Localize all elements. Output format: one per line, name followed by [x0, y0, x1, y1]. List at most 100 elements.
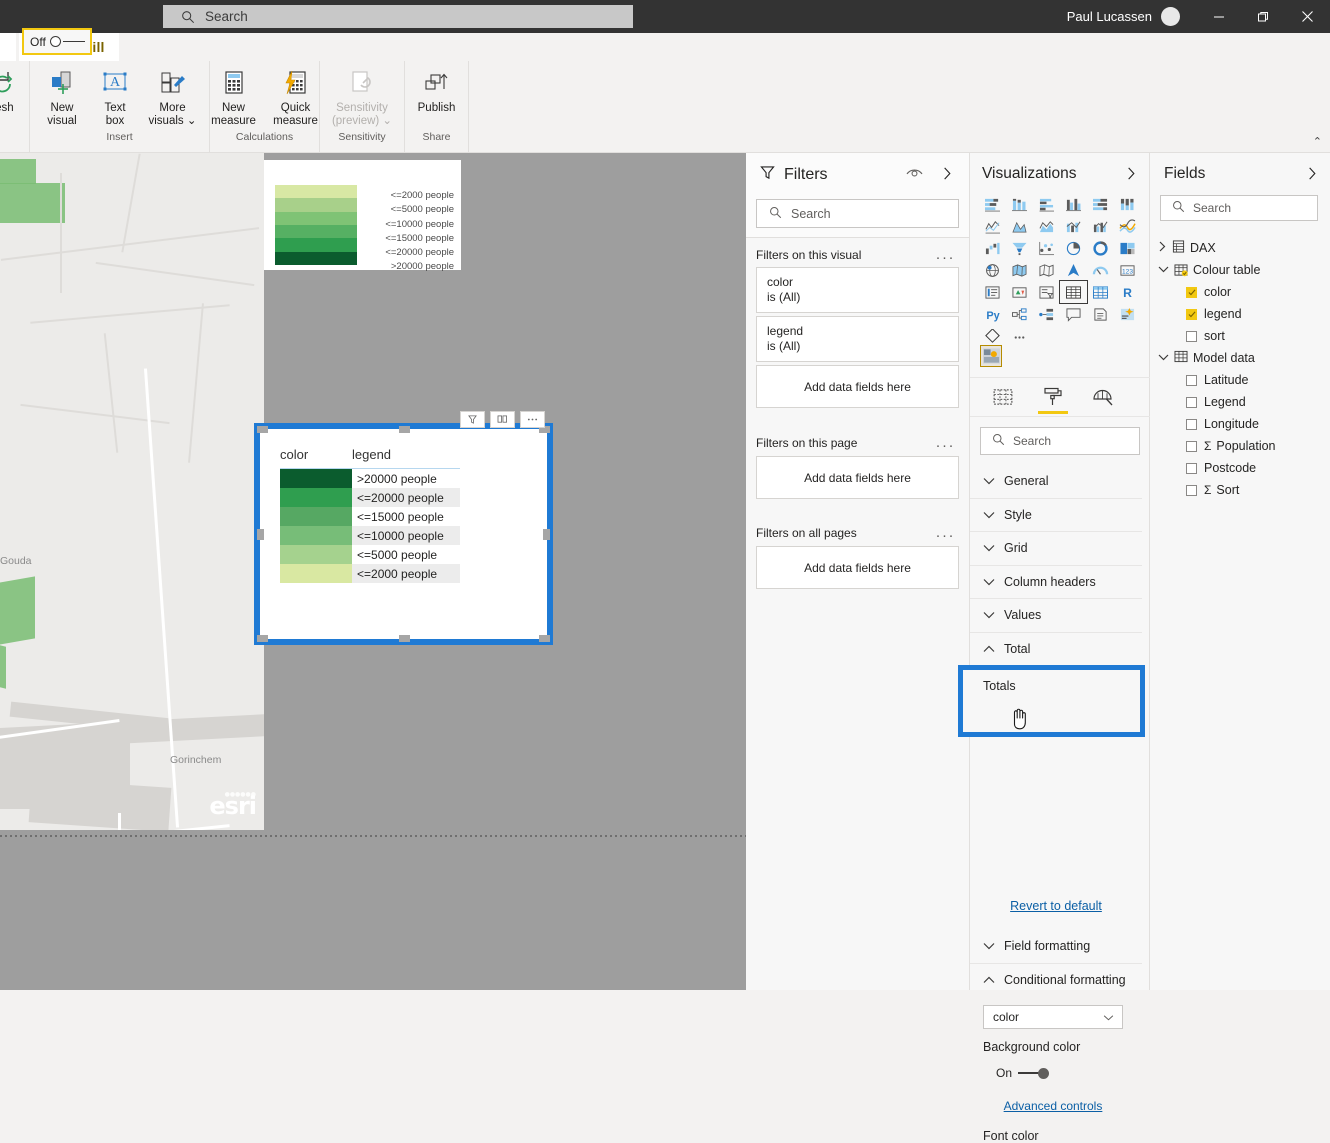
filters-all-pages-dropzone[interactable]: Add data fields here — [756, 546, 959, 589]
field-checkbox[interactable] — [1186, 331, 1197, 342]
more-visuals-ellipsis-icon[interactable] — [1006, 325, 1033, 347]
treemap-icon[interactable] — [1114, 237, 1141, 259]
resize-handle-bottom-right[interactable] — [539, 635, 550, 642]
more-visuals-button[interactable]: More visuals ⌄ — [142, 61, 204, 133]
chevron-down-icon[interactable] — [1158, 263, 1169, 277]
clustered-bar-chart-icon[interactable] — [1033, 193, 1060, 215]
table-row[interactable]: >20000 people — [280, 469, 460, 488]
100-stacked-column-chart-icon[interactable] — [1114, 193, 1141, 215]
field-item-population[interactable]: Σ Population — [1150, 435, 1330, 457]
focus-mode-icon[interactable] — [490, 411, 515, 428]
area-chart-icon[interactable] — [1006, 215, 1033, 237]
toggle-knob[interactable] — [1038, 1068, 1049, 1079]
field-group-model-data[interactable]: Model data — [1150, 347, 1330, 369]
conditional-formatting-field-select[interactable]: color — [983, 1005, 1123, 1029]
visual-header-toolbar[interactable] — [460, 411, 545, 428]
decomposition-tree-icon[interactable] — [1006, 303, 1033, 325]
stacked-area-chart-icon[interactable] — [1033, 215, 1060, 237]
line-clustered-column-chart-icon[interactable] — [1087, 215, 1114, 237]
format-sections-list-2[interactable]: Field formatting Conditional formatting — [970, 930, 1142, 997]
filter-icon[interactable] — [460, 411, 485, 428]
fields-search-input[interactable]: Search — [1160, 195, 1318, 221]
arcgis-map-icon[interactable] — [1060, 259, 1087, 281]
field-item-sort-model[interactable]: Σ Sort — [1150, 479, 1330, 501]
field-checkbox[interactable] — [1186, 419, 1197, 430]
field-checkbox[interactable] — [1186, 397, 1197, 408]
window-restore-button[interactable] — [1240, 0, 1286, 33]
slicer-icon[interactable] — [1033, 281, 1060, 303]
format-section-conditional-formatting[interactable]: Conditional formatting — [970, 964, 1142, 998]
gauge-icon[interactable] — [1087, 259, 1114, 281]
format-section-column-headers[interactable]: Column headers — [970, 566, 1142, 600]
filters-search-input[interactable]: Search — [756, 199, 959, 228]
global-search-input[interactable]: Search — [163, 5, 633, 28]
filters-page-dropzone[interactable]: Add data fields here — [756, 456, 959, 499]
map-icon[interactable] — [979, 259, 1006, 281]
format-section-total[interactable]: Total — [970, 633, 1142, 667]
power-apps-icon[interactable] — [979, 325, 1006, 347]
advanced-controls-link[interactable]: Advanced controls — [970, 1099, 1136, 1113]
field-item-color[interactable]: color — [1150, 281, 1330, 303]
chevron-down-icon[interactable] — [1158, 351, 1169, 365]
colour-table-visual[interactable]: color legend >20000 people <=20000 peopl… — [254, 423, 553, 645]
kpi-icon[interactable] — [1006, 281, 1033, 303]
fields-tree[interactable]: DAX Colour table color legend sort Model… — [1150, 237, 1330, 501]
field-item-latitude[interactable]: Latitude — [1150, 369, 1330, 391]
column-header-legend[interactable]: legend — [352, 447, 391, 462]
multi-row-card-icon[interactable] — [979, 281, 1006, 303]
100-stacked-bar-chart-icon[interactable] — [1087, 193, 1114, 215]
clustered-column-chart-icon[interactable] — [1060, 193, 1087, 215]
stacked-column-chart-icon[interactable] — [1006, 193, 1033, 215]
field-item-sort[interactable]: sort — [1150, 325, 1330, 347]
filter-card-color[interactable]: color is (All) — [756, 267, 959, 313]
pie-chart-icon[interactable] — [1060, 237, 1087, 259]
background-color-toggle[interactable]: On — [996, 1066, 1049, 1080]
filters-page-menu[interactable]: ··· — [936, 442, 956, 450]
analytics-tab[interactable] — [1090, 384, 1116, 410]
hide-filters-eye-icon[interactable] — [906, 167, 923, 185]
fields-tab[interactable] — [990, 384, 1016, 410]
map-visual[interactable]: Gouda Gorinchem Nationaal Park de Biesbo… — [0, 153, 264, 830]
new-measure-button[interactable]: New measure — [203, 61, 265, 133]
smart-narrative-icon[interactable] — [1114, 303, 1141, 325]
collapse-fields-pane-icon[interactable] — [1306, 166, 1318, 186]
totals-toggle[interactable]: Off — [22, 28, 92, 55]
resize-handle-right[interactable] — [543, 529, 550, 540]
field-checkbox[interactable] — [1186, 375, 1197, 386]
window-minimize-button[interactable] — [1196, 0, 1242, 33]
shape-map-icon[interactable] — [1033, 259, 1060, 281]
field-item-postcode[interactable]: Postcode — [1150, 457, 1330, 479]
funnel-chart-icon[interactable] — [1006, 237, 1033, 259]
python-visual-icon[interactable]: Py — [979, 303, 1006, 325]
collapse-filters-pane-icon[interactable] — [941, 166, 953, 186]
table-grid[interactable]: color legend >20000 people <=20000 peopl… — [280, 447, 460, 583]
filled-map-icon[interactable] — [1006, 259, 1033, 281]
filter-card-legend[interactable]: legend is (All) — [756, 316, 959, 362]
toggle-knob[interactable] — [50, 36, 61, 47]
scatter-chart-icon[interactable] — [1033, 237, 1060, 259]
format-search-input[interactable]: Search — [980, 427, 1140, 455]
format-sections-list[interactable]: General Style Grid Column headers Values… — [970, 465, 1142, 666]
format-tab[interactable] — [1040, 384, 1066, 410]
donut-chart-icon[interactable] — [1087, 237, 1114, 259]
field-checkbox[interactable] — [1186, 485, 1197, 496]
revert-to-default-link[interactable]: Revert to default — [970, 899, 1142, 913]
field-checkbox[interactable] — [1186, 287, 1197, 298]
report-canvas[interactable]: Gouda Gorinchem Nationaal Park de Biesbo… — [0, 153, 746, 990]
field-item-legend[interactable]: legend — [1150, 303, 1330, 325]
table-visual-body[interactable]: color legend >20000 people <=20000 peopl… — [260, 429, 547, 639]
visualization-type-grid[interactable]: 123 R Py — [979, 193, 1141, 347]
format-section-values[interactable]: Values — [970, 599, 1142, 633]
format-section-field-formatting[interactable]: Field formatting — [970, 930, 1142, 964]
table-row[interactable]: <=2000 people — [280, 564, 460, 583]
resize-handle-left[interactable] — [257, 529, 264, 540]
resize-handle-bottom[interactable] — [399, 635, 410, 642]
format-section-grid[interactable]: Grid — [970, 532, 1142, 566]
format-section-general[interactable]: General — [970, 465, 1142, 499]
format-section-style[interactable]: Style — [970, 499, 1142, 533]
sensitivity-button[interactable]: Sensitivity (preview) ⌄ — [322, 61, 402, 133]
field-checkbox[interactable] — [1186, 463, 1197, 474]
visualizations-pane-tabs[interactable] — [970, 377, 1150, 417]
filters-visual-menu[interactable]: ··· — [936, 254, 956, 262]
ribbon-chart-icon[interactable] — [1114, 215, 1141, 237]
